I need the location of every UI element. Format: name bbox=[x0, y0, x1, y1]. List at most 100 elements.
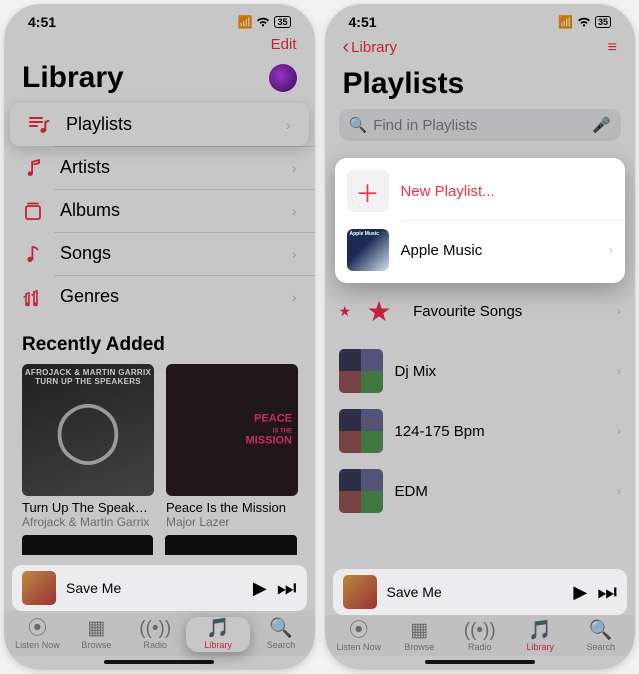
status-icons: 📶 35 bbox=[238, 15, 291, 29]
page-title: Playlists bbox=[343, 67, 465, 101]
row-genres[interactable]: Genres › bbox=[4, 275, 315, 318]
apple-music-folder[interactable]: Apple Music › bbox=[335, 221, 626, 279]
tab-browse[interactable]: ▦Browse bbox=[391, 621, 447, 652]
chevron-right-icon: › bbox=[292, 160, 297, 176]
album-card[interactable]: PEACEIS THEMISSION Peace Is the Mission … bbox=[166, 364, 298, 529]
album-title: Turn Up The Speakers... bbox=[22, 500, 154, 515]
search-placeholder: Find in Playlists bbox=[373, 117, 477, 134]
chevron-right-icon: › bbox=[609, 243, 613, 257]
row-playlists[interactable]: Playlists › bbox=[10, 103, 309, 146]
library-icon: 🎵 bbox=[206, 619, 230, 638]
tab-search[interactable]: 🔍Search bbox=[253, 619, 309, 650]
play-circle-icon: ⦿ bbox=[28, 619, 47, 638]
wifi-icon bbox=[256, 17, 270, 28]
status-time: 4:51 bbox=[28, 14, 56, 30]
tab-radio[interactable]: ((•))Radio bbox=[127, 619, 183, 650]
now-playing-bar[interactable]: Save Me ▶ ⏭ bbox=[333, 569, 628, 615]
playlist-name: EDM bbox=[395, 483, 606, 500]
home-indicator[interactable] bbox=[425, 660, 535, 664]
tab-search[interactable]: 🔍Search bbox=[573, 621, 629, 652]
tab-library[interactable]: 🎵Library bbox=[190, 619, 246, 650]
library-categories-list: Playlists › Artists › Albums › Songs › bbox=[4, 103, 315, 318]
album-art: AFROJACK & MARTIN GARRIXTURN UP THE SPEA… bbox=[22, 364, 154, 496]
albums-icon bbox=[22, 201, 44, 221]
sort-icon[interactable]: ≡ bbox=[608, 39, 617, 57]
tab-bar: ⦿Listen Now ▦Browse ((•))Radio 🎵Library … bbox=[4, 611, 315, 656]
star-icon: ★ bbox=[367, 295, 392, 328]
recently-added-header: Recently Added bbox=[4, 318, 315, 364]
star-badge-icon: ★ bbox=[339, 303, 352, 320]
search-icon: 🔍 bbox=[589, 621, 613, 640]
tab-listen-now[interactable]: ⦿Listen Now bbox=[331, 621, 387, 652]
album-art: PEACEIS THEMISSION bbox=[166, 364, 298, 496]
search-icon: 🔍 bbox=[269, 619, 293, 638]
page-title-row: Library bbox=[4, 57, 315, 103]
artists-icon bbox=[22, 158, 44, 178]
playlist-row-fav[interactable]: ★ ★ Favourite Songs › bbox=[325, 281, 636, 341]
tab-listen-now[interactable]: ⦿Listen Now bbox=[9, 619, 65, 650]
album-row-peek bbox=[4, 529, 315, 555]
page-title: Library bbox=[22, 61, 124, 95]
profile-avatar[interactable] bbox=[269, 64, 297, 92]
tab-radio[interactable]: ((•))Radio bbox=[452, 621, 508, 652]
apple-music-thumb bbox=[347, 229, 389, 271]
playlist-thumb bbox=[339, 349, 383, 393]
recently-added-row[interactable]: AFROJACK & MARTIN GARRIXTURN UP THE SPEA… bbox=[4, 364, 315, 529]
signal-icon: 📶 bbox=[238, 15, 253, 29]
mic-icon[interactable]: 🎤 bbox=[592, 116, 611, 134]
chevron-right-icon: › bbox=[292, 289, 297, 305]
search-icon: 🔍 bbox=[349, 116, 368, 134]
album-card[interactable]: AFROJACK & MARTIN GARRIXTURN UP THE SPEA… bbox=[22, 364, 154, 529]
home-indicator[interactable] bbox=[104, 660, 214, 664]
row-artists[interactable]: Artists › bbox=[4, 146, 315, 189]
row-songs[interactable]: Songs › bbox=[4, 232, 315, 275]
now-playing-bar[interactable]: Save Me ▶ ⏭ bbox=[12, 565, 307, 611]
page-title-row: Playlists bbox=[325, 63, 636, 109]
screen-library: 4:51 📶 35 Edit Library Playlists › Arti bbox=[4, 4, 315, 670]
chevron-right-icon: › bbox=[292, 203, 297, 219]
row-albums[interactable]: Albums › bbox=[4, 189, 315, 232]
row-label: Playlists bbox=[66, 114, 270, 135]
album-subtitle: Major Lazer bbox=[166, 515, 298, 529]
tab-library[interactable]: 🎵Library bbox=[512, 621, 568, 652]
songs-icon bbox=[22, 244, 44, 264]
back-button[interactable]: ‹ Library bbox=[343, 36, 398, 59]
playlist-thumb bbox=[339, 469, 383, 513]
chevron-right-icon: › bbox=[617, 484, 621, 498]
playlist-row[interactable]: 124-175 Bpm › bbox=[325, 401, 636, 461]
nav-bar: Edit bbox=[4, 32, 315, 57]
new-playlist-button[interactable]: ＋ New Playlist... bbox=[335, 162, 626, 220]
playlist-thumb bbox=[339, 409, 383, 453]
playlist-row[interactable]: EDM › bbox=[325, 461, 636, 521]
skip-forward-icon[interactable]: ⏭ bbox=[597, 579, 617, 605]
tab-bar: ⦿Listen Now ▦Browse ((•))Radio 🎵Library … bbox=[325, 615, 636, 656]
row-label: Songs bbox=[60, 243, 276, 264]
status-bar: 4:51 📶 35 bbox=[325, 4, 636, 32]
now-playing-title: Save Me bbox=[387, 584, 564, 600]
chevron-right-icon: › bbox=[617, 424, 621, 438]
status-bar: 4:51 📶 35 bbox=[4, 4, 315, 32]
play-icon[interactable]: ▶ bbox=[573, 582, 587, 603]
chevron-right-icon: › bbox=[292, 246, 297, 262]
screen-playlists: 4:51 📶 35 ‹ Library ≡ Playlists 🔍 Find i… bbox=[325, 4, 636, 670]
play-circle-icon: ⦿ bbox=[349, 621, 368, 640]
playlist-name: Favourite Songs bbox=[413, 303, 605, 320]
signal-icon: 📶 bbox=[558, 15, 573, 29]
play-icon[interactable]: ▶ bbox=[253, 578, 267, 599]
new-playlist-popup: ＋ New Playlist... Apple Music › bbox=[335, 158, 626, 283]
edit-button[interactable]: Edit bbox=[271, 36, 297, 53]
play-overlay-icon: ◯ bbox=[22, 364, 154, 496]
row-label: Genres bbox=[60, 286, 276, 307]
skip-forward-icon[interactable]: ⏭ bbox=[277, 575, 297, 601]
apple-music-label: Apple Music bbox=[401, 242, 598, 259]
now-playing-art bbox=[343, 575, 377, 609]
tab-browse[interactable]: ▦Browse bbox=[68, 619, 124, 650]
search-field[interactable]: 🔍 Find in Playlists 🎤 bbox=[339, 109, 622, 141]
album-subtitle: Afrojack & Martin Garrix bbox=[22, 515, 154, 529]
playlist-row[interactable]: Dj Mix › bbox=[325, 341, 636, 401]
playlist-name: Dj Mix bbox=[395, 363, 606, 380]
chevron-right-icon: › bbox=[617, 304, 621, 318]
new-playlist-label: New Playlist... bbox=[401, 183, 495, 200]
row-label: Albums bbox=[60, 200, 276, 221]
library-icon: 🎵 bbox=[528, 621, 552, 640]
